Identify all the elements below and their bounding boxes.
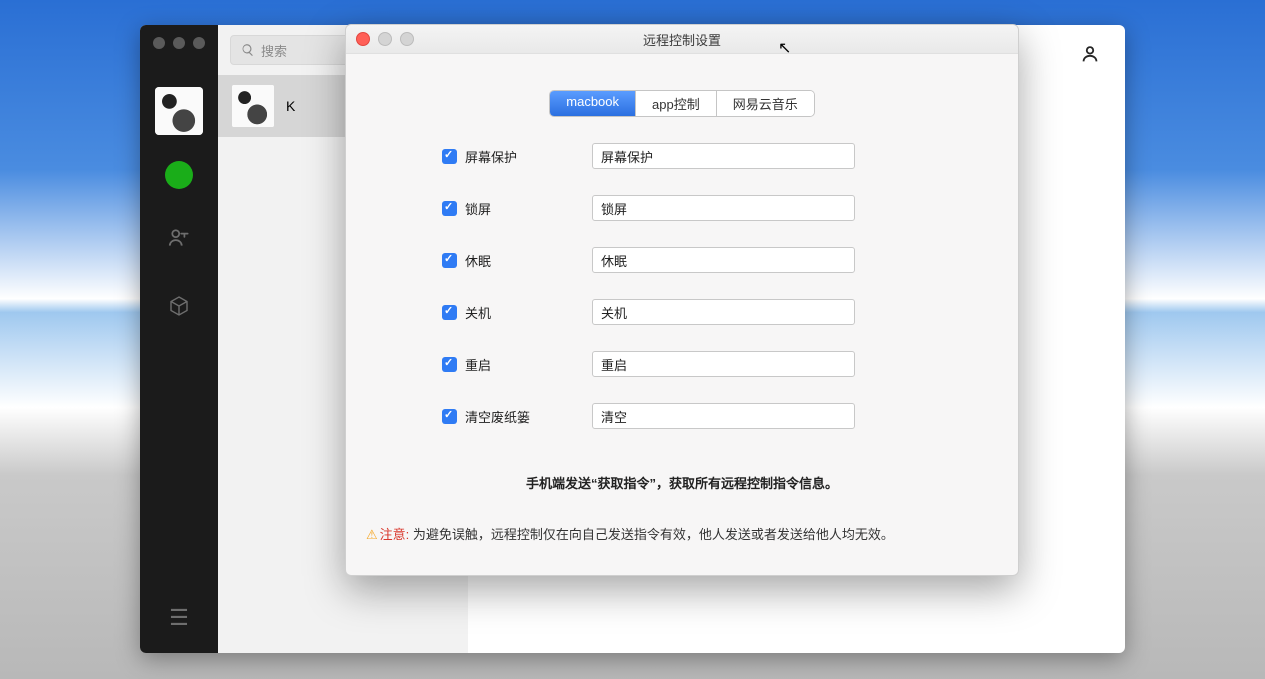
setting-row: 锁屏 bbox=[442, 195, 1018, 221]
checkbox-lock[interactable] bbox=[442, 201, 457, 216]
desktop: ☰ 搜索 K bbox=[0, 0, 1265, 679]
checkbox-sleep[interactable] bbox=[442, 253, 457, 268]
minimize-dot-icon[interactable] bbox=[173, 37, 185, 49]
dialog-titlebar[interactable]: 远程控制设置 bbox=[346, 25, 1018, 54]
setting-row: 清空废纸篓 bbox=[442, 403, 1018, 429]
setting-row: 休眠 bbox=[442, 247, 1018, 273]
menu-icon[interactable]: ☰ bbox=[169, 605, 189, 631]
label-restart: 重启 bbox=[465, 355, 491, 374]
field-emptytrash[interactable] bbox=[592, 403, 855, 429]
search-icon bbox=[241, 43, 255, 57]
favorites-icon[interactable] bbox=[167, 294, 191, 325]
window-traffic-lights[interactable] bbox=[153, 37, 205, 49]
dialog-tabs: macbook app控制 网易云音乐 bbox=[549, 90, 814, 117]
tab-netease[interactable]: 网易云音乐 bbox=[717, 91, 814, 116]
checkbox-restart[interactable] bbox=[442, 357, 457, 372]
field-shutdown[interactable] bbox=[592, 299, 855, 325]
checkbox-screensaver[interactable] bbox=[442, 149, 457, 164]
warning-label: 注意: bbox=[380, 527, 410, 542]
label-sleep: 休眠 bbox=[465, 251, 491, 270]
avatar[interactable] bbox=[155, 87, 203, 135]
setting-row: 关机 bbox=[442, 299, 1018, 325]
sidebar-nav: ☰ bbox=[140, 25, 218, 653]
field-restart[interactable] bbox=[592, 351, 855, 377]
tab-macbook[interactable]: macbook bbox=[550, 91, 636, 116]
setting-row: 屏幕保护 bbox=[442, 143, 1018, 169]
checkbox-emptytrash[interactable] bbox=[442, 409, 457, 424]
search-placeholder: 搜索 bbox=[261, 41, 287, 60]
label-screensaver: 屏幕保护 bbox=[465, 147, 517, 166]
warning-icon: ⚠ bbox=[366, 527, 378, 542]
dialog-title: 远程控制设置 bbox=[346, 30, 1018, 49]
checkbox-shutdown[interactable] bbox=[442, 305, 457, 320]
chats-icon[interactable] bbox=[165, 161, 193, 189]
close-dot-icon[interactable] bbox=[153, 37, 165, 49]
field-sleep[interactable] bbox=[592, 247, 855, 273]
zoom-dot-icon[interactable] bbox=[193, 37, 205, 49]
remote-control-settings-dialog: 远程控制设置 macbook app控制 网易云音乐 屏幕保护 锁屏 休眠 关机 bbox=[345, 24, 1019, 576]
contacts-icon[interactable] bbox=[166, 225, 192, 258]
tab-app[interactable]: app控制 bbox=[636, 91, 717, 116]
settings-rows: 屏幕保护 锁屏 休眠 关机 重启 清空废纸篓 bbox=[346, 143, 1018, 429]
conversation-name: K bbox=[286, 98, 295, 114]
profile-button[interactable] bbox=[1079, 43, 1101, 70]
conversation-avatar bbox=[232, 85, 274, 127]
field-lock[interactable] bbox=[592, 195, 855, 221]
label-lock: 锁屏 bbox=[465, 199, 491, 218]
setting-row: 重启 bbox=[442, 351, 1018, 377]
dialog-info-text: 手机端发送“获取指令”，获取所有远程控制指令信息。 bbox=[346, 473, 1018, 492]
dialog-warning: ⚠注意: 为避免误触，远程控制仅在向自己发送指令有效，他人发送或者发送给他人均无… bbox=[346, 524, 1018, 543]
label-shutdown: 关机 bbox=[465, 303, 491, 322]
field-screensaver[interactable] bbox=[592, 143, 855, 169]
warning-text: 为避免误触，远程控制仅在向自己发送指令有效，他人发送或者发送给他人均无效。 bbox=[409, 527, 894, 542]
label-emptytrash: 清空废纸篓 bbox=[465, 407, 530, 426]
